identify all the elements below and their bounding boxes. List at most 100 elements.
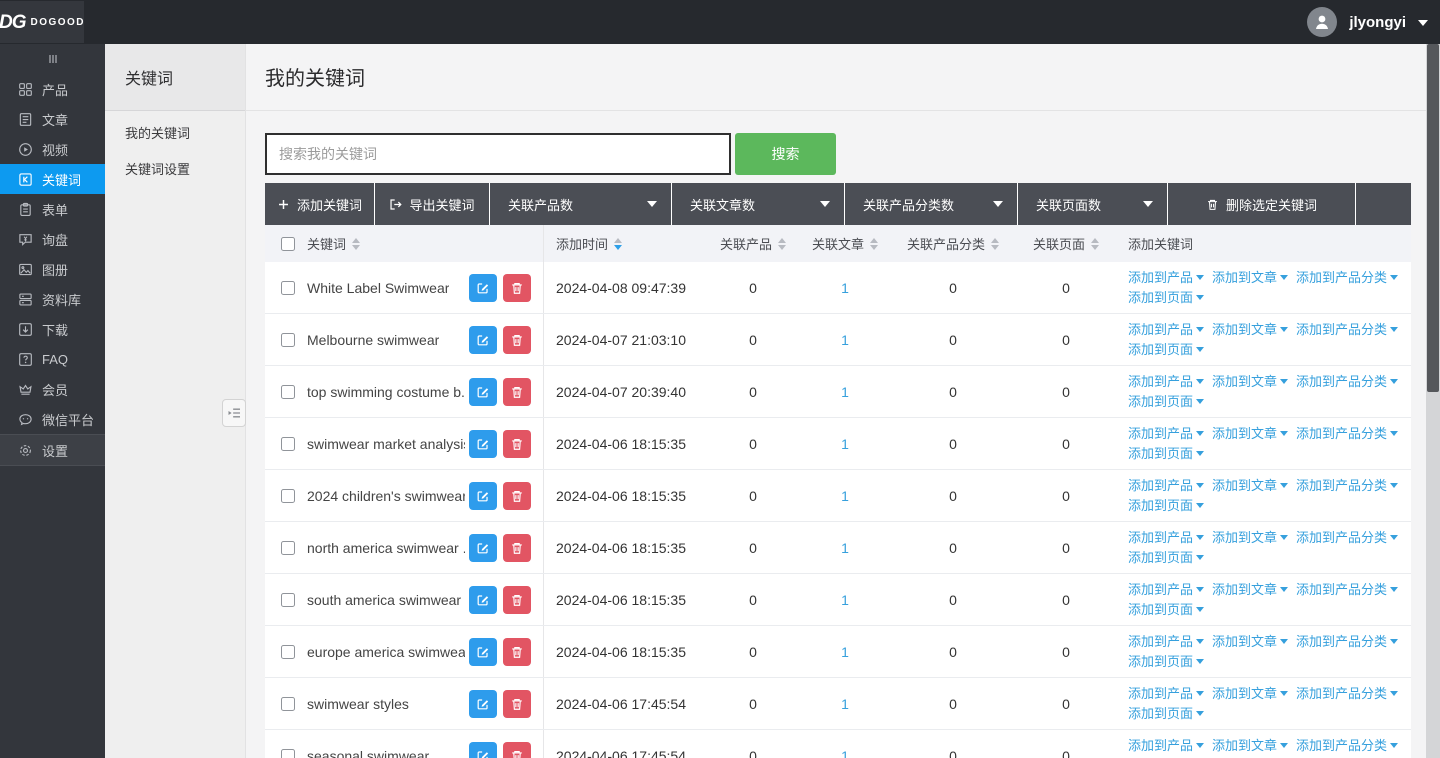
filter-related-pages-dropdown[interactable]: 关联页面数 [1018,183,1168,225]
delete-button[interactable] [503,638,531,666]
subnav-item-keyword-settings[interactable]: 关键词设置 [105,153,245,183]
add-to-link-0[interactable]: 添加到产品 [1128,320,1204,339]
related-articles-count[interactable]: 1 [841,332,849,348]
add-to-link-2[interactable]: 添加到产品分类 [1296,528,1398,547]
add-to-link-3[interactable]: 添加到页面 [1128,444,1204,463]
filter-related-articles-dropdown[interactable]: 关联文章数 [672,183,845,225]
add-to-link-1[interactable]: 添加到文章 [1212,736,1288,755]
edit-button[interactable] [469,274,497,302]
delete-selected-button[interactable]: 删除选定关键词 [1168,183,1356,225]
sidebar-item-products[interactable]: 产品 [0,74,105,104]
add-to-link-2[interactable]: 添加到产品分类 [1296,268,1398,287]
row-checkbox[interactable] [281,281,295,295]
edit-button[interactable] [469,430,497,458]
edit-button[interactable] [469,378,497,406]
add-to-link-3[interactable]: 添加到页面 [1128,704,1204,723]
panel-collapse-button[interactable] [222,399,246,427]
add-to-link-3[interactable]: 添加到页面 [1128,600,1204,619]
add-to-link-3[interactable]: 添加到页面 [1128,340,1204,359]
add-to-link-1[interactable]: 添加到文章 [1212,580,1288,599]
delete-button[interactable] [503,690,531,718]
sidebar-item-faq[interactable]: FAQ [0,344,105,374]
add-to-link-1[interactable]: 添加到文章 [1212,684,1288,703]
add-to-link-0[interactable]: 添加到产品 [1128,632,1204,651]
add-to-link-2[interactable]: 添加到产品分类 [1296,372,1398,391]
edit-button[interactable] [469,482,497,510]
related-articles-count[interactable]: 1 [841,384,849,400]
row-checkbox[interactable] [281,437,295,451]
add-to-link-2[interactable]: 添加到产品分类 [1296,320,1398,339]
add-to-link-2[interactable]: 添加到产品分类 [1296,632,1398,651]
delete-button[interactable] [503,430,531,458]
add-to-link-1[interactable]: 添加到文章 [1212,372,1288,391]
related-articles-count[interactable]: 1 [841,748,849,758]
add-to-link-2[interactable]: 添加到产品分类 [1296,580,1398,599]
column-header-related-products[interactable]: 关联产品 [705,225,801,262]
column-header-keyword[interactable]: 关键词 [307,225,543,262]
related-articles-count[interactable]: 1 [841,436,849,452]
delete-button[interactable] [503,482,531,510]
sidebar-item-settings[interactable]: 设置 [0,434,105,466]
add-to-link-0[interactable]: 添加到产品 [1128,424,1204,443]
add-to-link-2[interactable]: 添加到产品分类 [1296,476,1398,495]
add-to-link-2[interactable]: 添加到产品分类 [1296,736,1398,755]
filter-related-products-dropdown[interactable]: 关联产品数 [490,183,672,225]
add-to-link-3[interactable]: 添加到页面 [1128,496,1204,515]
add-to-link-3[interactable]: 添加到页面 [1128,392,1204,411]
add-to-link-0[interactable]: 添加到产品 [1128,268,1204,287]
delete-button[interactable] [503,534,531,562]
related-articles-count[interactable]: 1 [841,644,849,660]
delete-button[interactable] [503,378,531,406]
edit-button[interactable] [469,742,497,758]
related-articles-count[interactable]: 1 [841,696,849,712]
column-header-related-categories[interactable]: 关联产品分类 [889,225,1017,262]
row-checkbox[interactable] [281,749,295,758]
sidebar-item-wechat[interactable]: 微信平台 [0,404,105,434]
sidebar-item-members[interactable]: 会员 [0,374,105,404]
add-to-link-1[interactable]: 添加到文章 [1212,632,1288,651]
user-menu[interactable]: jlyongyi [1307,7,1440,37]
add-to-link-0[interactable]: 添加到产品 [1128,580,1204,599]
edit-button[interactable] [469,534,497,562]
add-to-link-1[interactable]: 添加到文章 [1212,528,1288,547]
related-articles-count[interactable]: 1 [841,488,849,504]
related-articles-count[interactable]: 1 [841,280,849,296]
row-checkbox[interactable] [281,697,295,711]
delete-button[interactable] [503,326,531,354]
sidebar-item-articles[interactable]: 文章 [0,104,105,134]
edit-button[interactable] [469,638,497,666]
row-checkbox[interactable] [281,385,295,399]
sidebar-item-albums[interactable]: 图册 [0,254,105,284]
row-checkbox[interactable] [281,645,295,659]
sidebar-collapse-icon[interactable] [0,44,105,74]
sidebar-item-videos[interactable]: 视频 [0,134,105,164]
add-to-link-0[interactable]: 添加到产品 [1128,528,1204,547]
add-to-link-0[interactable]: 添加到产品 [1128,476,1204,495]
related-articles-count[interactable]: 1 [841,540,849,556]
add-to-link-3[interactable]: 添加到页面 [1128,652,1204,671]
add-to-link-1[interactable]: 添加到文章 [1212,320,1288,339]
add-to-link-2[interactable]: 添加到产品分类 [1296,684,1398,703]
search-button[interactable]: 搜索 [735,133,836,175]
row-checkbox[interactable] [281,541,295,555]
select-all-checkbox[interactable] [281,237,295,251]
column-header-related-pages[interactable]: 关联页面 [1017,225,1115,262]
add-to-link-3[interactable]: 添加到页面 [1128,548,1204,567]
filter-related-categories-dropdown[interactable]: 关联产品分类数 [845,183,1018,225]
add-to-link-0[interactable]: 添加到产品 [1128,684,1204,703]
row-checkbox[interactable] [281,333,295,347]
delete-button[interactable] [503,742,531,758]
row-checkbox[interactable] [281,489,295,503]
edit-button[interactable] [469,690,497,718]
sidebar-item-keywords[interactable]: 关键词 [0,164,105,194]
scrollbar-thumb[interactable] [1427,44,1439,392]
edit-button[interactable] [469,326,497,354]
delete-button[interactable] [503,586,531,614]
sidebar-item-library[interactable]: 资料库 [0,284,105,314]
column-header-related-articles[interactable]: 关联文章 [801,225,889,262]
vertical-scrollbar[interactable] [1426,44,1440,758]
add-to-link-1[interactable]: 添加到文章 [1212,424,1288,443]
add-to-link-2[interactable]: 添加到产品分类 [1296,424,1398,443]
add-to-link-0[interactable]: 添加到产品 [1128,372,1204,391]
add-to-link-1[interactable]: 添加到文章 [1212,476,1288,495]
